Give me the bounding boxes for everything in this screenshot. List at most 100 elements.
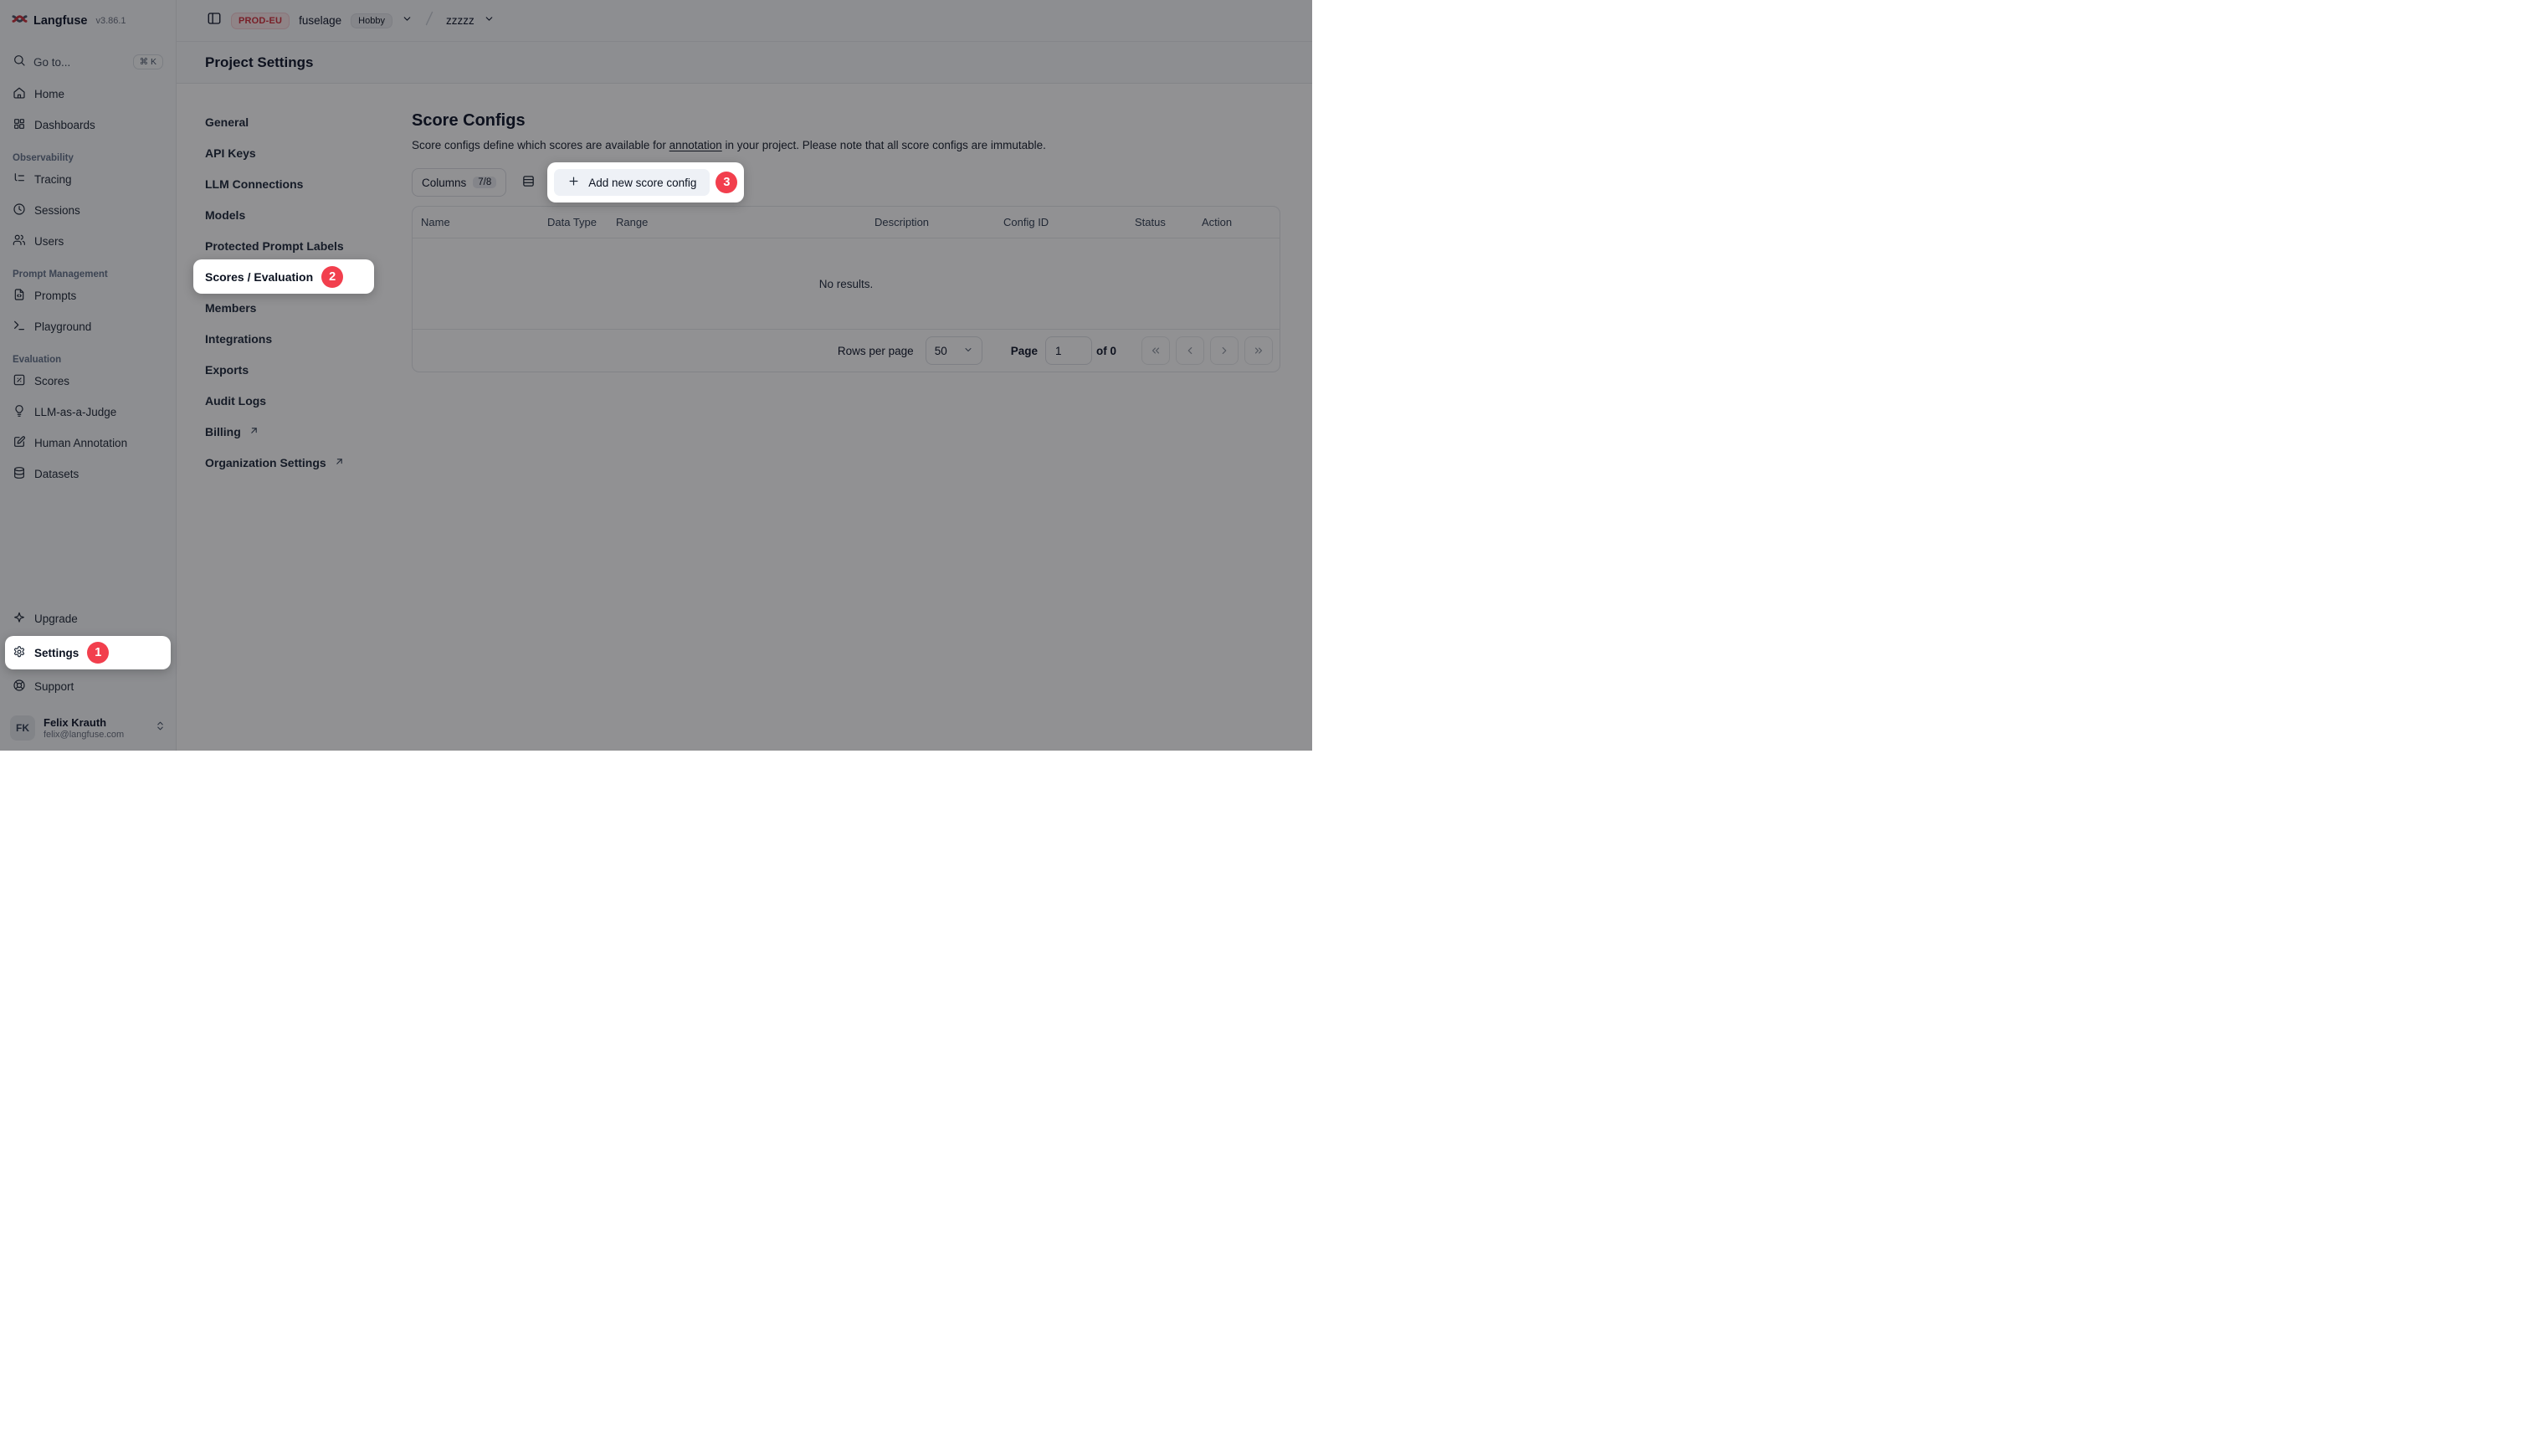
topbar: PROD-EU fuselage Hobby zzzzz [177, 0, 1312, 42]
settings-tab-organization-settings[interactable]: Organization Settings [193, 447, 374, 478]
table-header-row: Name Data Type Range Description Config … [413, 207, 1280, 238]
sidebar-item-label: Datasets [34, 468, 79, 480]
tour-step-1-badge: 1 [87, 642, 109, 664]
sidebar-item-label: Playground [34, 320, 91, 333]
settings-nav: General API Keys LLM Connections Models … [193, 106, 374, 751]
settings-tab-exports[interactable]: Exports [193, 354, 374, 385]
settings-tab-protected-prompt-labels[interactable]: Protected Prompt Labels [193, 230, 374, 261]
page-label: Page [1011, 345, 1038, 357]
sidebar-item-llm-as-a-judge[interactable]: LLM-as-a-Judge [0, 397, 176, 428]
pagination-bar: Rows per page 50 Page of 0 [413, 329, 1280, 372]
terminal-icon [13, 319, 26, 335]
section-prompt-management: Prompt Management [13, 269, 163, 279]
goto-search[interactable]: Go to... ⌘ K [6, 47, 170, 77]
tour-step-2-badge: 2 [321, 266, 343, 288]
chevron-down-icon[interactable] [402, 13, 413, 28]
col-config-id: Config ID [1003, 216, 1135, 228]
rows-per-page-select[interactable]: 50 [926, 336, 982, 365]
content: General API Keys LLM Connections Models … [177, 84, 1312, 751]
row-height-button[interactable] [515, 168, 541, 197]
project-name[interactable]: zzzzz [446, 14, 474, 27]
external-link-icon [249, 425, 259, 438]
database-icon [13, 466, 26, 482]
page-number-input[interactable] [1045, 336, 1092, 365]
col-action: Action [1202, 216, 1280, 228]
sidebar-item-dashboards[interactable]: Dashboards [0, 110, 176, 141]
chevron-down-icon[interactable] [484, 13, 495, 28]
keyboard-shortcut: ⌘ K [133, 54, 163, 69]
settings-tab-members[interactable]: Members [193, 292, 374, 323]
sidebar-item-home[interactable]: Home [0, 79, 176, 110]
plus-icon [567, 175, 580, 190]
app-window: Langfuse v3.86.1 Go to... ⌘ K Home Dashb… [0, 0, 1312, 751]
prev-page-button[interactable] [1176, 336, 1204, 365]
sidebar-item-sessions[interactable]: Sessions [0, 195, 176, 226]
sidebar: Langfuse v3.86.1 Go to... ⌘ K Home Dashb… [0, 0, 177, 751]
first-page-button[interactable] [1141, 336, 1170, 365]
add-score-config-spotlight: Add new score config 3 [547, 162, 744, 203]
settings-tab-api-keys[interactable]: API Keys [193, 137, 374, 168]
settings-tab-general[interactable]: General [193, 106, 374, 137]
page-header: Project Settings [177, 42, 1312, 84]
dashboard-icon [13, 117, 26, 133]
search-icon [13, 54, 26, 71]
org-name[interactable]: fuselage [299, 14, 341, 27]
app-title: Langfuse [33, 14, 87, 28]
sidebar-item-human-annotation[interactable]: Human Annotation [0, 428, 176, 459]
settings-tab-billing[interactable]: Billing [193, 416, 374, 447]
columns-count-badge: 7/8 [473, 177, 496, 188]
sidebar-item-datasets[interactable]: Datasets [0, 459, 176, 490]
lightbulb-icon [13, 404, 26, 420]
sidebar-item-upgrade[interactable]: Upgrade [0, 603, 176, 634]
columns-button[interactable]: Columns 7/8 [412, 168, 506, 197]
sidebar-item-label: Dashboards [34, 119, 95, 131]
users-icon [13, 233, 26, 249]
settings-tab-audit-logs[interactable]: Audit Logs [193, 385, 374, 416]
sidebar-item-label: Support [34, 680, 74, 693]
sidebar-item-prompts[interactable]: Prompts [0, 280, 176, 311]
logo-row: Langfuse v3.86.1 [0, 0, 176, 42]
panel-left-icon[interactable] [207, 11, 222, 30]
last-page-button[interactable] [1244, 336, 1273, 365]
langfuse-logo-icon [12, 13, 28, 29]
table-toolbar: Columns 7/8 Add new score con [412, 161, 1280, 203]
goto-label: Go to... [33, 56, 70, 69]
section-evaluation: Evaluation [13, 355, 163, 365]
breadcrumb-separator [422, 10, 437, 31]
rows-icon [521, 174, 536, 191]
sidebar-item-scores[interactable]: Scores [0, 366, 176, 397]
sidebar-item-label: Upgrade [34, 613, 78, 625]
tour-step-3-badge: 3 [716, 172, 737, 193]
sidebar-item-label: Scores [34, 375, 69, 387]
add-score-config-button[interactable]: Add new score config [554, 169, 710, 196]
score-configs-panel: Score Configs Score configs define which… [412, 106, 1312, 751]
sidebar-item-label: Home [34, 88, 64, 100]
sidebar-item-settings[interactable]: Settings 1 [5, 636, 171, 669]
app-version: v3.86.1 [95, 16, 126, 26]
sidebar-item-label: Settings [34, 647, 79, 659]
sidebar-item-label: Users [34, 235, 64, 248]
sidebar-item-users[interactable]: Users [0, 226, 176, 257]
settings-tab-integrations[interactable]: Integrations [193, 323, 374, 354]
annotation-link[interactable]: annotation [669, 139, 722, 151]
sparkles-icon [13, 611, 26, 627]
settings-tab-llm-connections[interactable]: LLM Connections [193, 168, 374, 199]
tracing-icon [13, 172, 26, 187]
user-menu[interactable]: FK Felix Krauth felix@langfuse.com [10, 715, 166, 741]
sidebar-item-label: Prompts [34, 290, 76, 302]
next-page-button[interactable] [1210, 336, 1239, 365]
sidebar-item-label: Sessions [34, 204, 80, 217]
sidebar-item-tracing[interactable]: Tracing [0, 164, 176, 195]
score-configs-table: Name Data Type Range Description Config … [412, 206, 1280, 372]
settings-tab-models[interactable]: Models [193, 199, 374, 230]
sidebar-item-support[interactable]: Support [0, 671, 176, 702]
sidebar-item-playground[interactable]: Playground [0, 311, 176, 342]
section-observability: Observability [13, 153, 163, 163]
main-area: PROD-EU fuselage Hobby zzzzz Project Set… [177, 0, 1312, 751]
square-pen-icon [13, 435, 26, 451]
col-name: Name [421, 216, 547, 228]
lifebuoy-icon [13, 679, 26, 695]
settings-tab-scores-evaluation[interactable]: Scores / Evaluation 2 [193, 259, 374, 294]
page-title: Project Settings [205, 54, 313, 71]
col-description: Description [874, 216, 1003, 228]
